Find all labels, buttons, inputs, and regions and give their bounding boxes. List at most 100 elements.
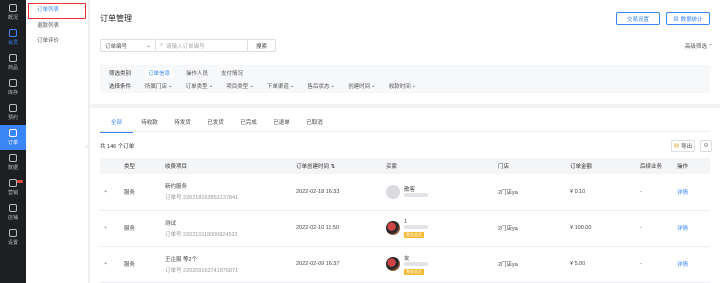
rail-item-settings[interactable]: 设置: [0, 225, 26, 250]
cell-buyer: 散客: [382, 174, 494, 211]
rail-label: 数据: [7, 165, 18, 171]
search-row: 订单编号 ⌄ ⌕ 请输入订单编号 搜索: [100, 39, 276, 52]
cell-time: 2022-02-10 11:50: [292, 210, 382, 247]
member-icon: [9, 29, 17, 37]
rail-item-overview[interactable]: 概况: [0, 0, 26, 25]
rail-item-orders[interactable]: 订单: [0, 125, 26, 150]
order-number: 订单号 220210115000824532: [165, 231, 238, 238]
table-row: + 服务 新约服务 订单号 220218163853137841 2022-02-…: [100, 174, 710, 211]
cell-amount: ¥ 0.10: [566, 174, 636, 211]
chevron-down-icon: ⌄: [168, 82, 173, 89]
inventory-icon: [9, 79, 17, 87]
chevron-down-icon: ⌄: [289, 82, 295, 89]
cond-aftersale[interactable]: 售后状态 ⌄: [308, 82, 336, 90]
filter-tab-payment[interactable]: 支付情况: [221, 69, 243, 77]
search-panel: 订单管理 交易设置 ▥ 数据统计 订单编号 ⌄ ⌕ 请输入订单编号 搜索 高级筛选 ⌃…: [90, 0, 720, 104]
expand-row-icon[interactable]: +: [104, 261, 107, 267]
rail-item-booking[interactable]: 预约: [0, 100, 26, 125]
rail-label: 预约: [7, 115, 18, 121]
header-follow: 后续业务: [636, 158, 673, 174]
cell-type: 服务: [120, 210, 161, 247]
cond-store[interactable]: 所属门店 ⌄: [145, 82, 173, 90]
transaction-settings-button[interactable]: 交易设置: [616, 12, 660, 25]
cond-label: 下单渠道: [266, 83, 289, 90]
cell-store: 2门店ya: [494, 246, 566, 283]
order-number: 订单号 220218163853137841: [165, 195, 239, 202]
chevron-down-icon: ⌄: [371, 82, 376, 89]
menu-item-refund-list[interactable]: 退款列表: [26, 19, 88, 34]
detail-link[interactable]: 详情: [677, 226, 688, 232]
advanced-filter-toggle[interactable]: 高级筛选 ⌃: [685, 42, 713, 50]
search-field-select[interactable]: 订单编号 ⌄: [100, 39, 156, 52]
table-settings-button[interactable]: ⚙: [700, 140, 712, 152]
search-icon: ⌕: [160, 42, 164, 48]
cell-follow: -: [636, 174, 673, 211]
header-buyer: 买家: [382, 158, 494, 174]
select-value: 订单编号: [105, 43, 128, 50]
cond-label: 订单类型: [185, 83, 208, 90]
rail-item-member[interactable]: 会员: [0, 25, 26, 50]
search-input[interactable]: ⌕ 请输入订单编号: [156, 39, 248, 52]
rail-item-store[interactable]: 店铺: [0, 200, 26, 225]
cell-type: 服务: [120, 174, 161, 211]
detail-link[interactable]: 详情: [677, 190, 688, 196]
rail-item-marketing[interactable]: 营销: [0, 175, 26, 200]
cell-store: 2门店ya: [494, 210, 566, 247]
filter-cond-label: 选择条件: [109, 83, 132, 90]
chevron-up-icon: ⌃: [708, 44, 713, 50]
cond-label: 项目类型: [226, 83, 249, 90]
filter-type-label: 筛选类别: [109, 70, 132, 77]
table-row: + 服务 测试 订单号 220210115000824532 2022-02-10…: [100, 210, 710, 247]
order-count: 共 146 个订单: [100, 144, 135, 150]
calendar-icon: [9, 104, 17, 112]
filter-tab-order-info[interactable]: 订单信息: [145, 67, 174, 78]
menu-item-order-review[interactable]: 订单评价: [26, 34, 88, 49]
member-badge: 黄金会员: [404, 268, 424, 275]
header-amount: 订单金额: [566, 158, 636, 174]
cell-item: 王企服 等2个 订单号 220209163741876871: [161, 246, 292, 283]
sort-icon: ⇅: [330, 164, 336, 170]
rail-label: 店铺: [7, 215, 18, 221]
filter-tab-operator[interactable]: 操作人员: [186, 69, 208, 77]
rail-item-goods[interactable]: 商品: [0, 50, 26, 75]
filter-condition-row: 选择条件 所属门店 ⌄ 订单类型 ⌄ 项目类型 ⌄ 下单渠道 ⌄ 售后状态 ⌄ 创建时间 ⌄…: [100, 79, 710, 92]
order-number: 订单号 220209163741876871: [165, 267, 239, 274]
blurred-phone: [404, 225, 428, 230]
rail-item-data[interactable]: 数据: [0, 150, 26, 175]
chevron-down-icon: ⌄: [208, 82, 214, 89]
rail-label: 库存: [7, 90, 18, 96]
expand-row-icon[interactable]: +: [104, 225, 107, 231]
advanced-filter-label: 高级筛选: [684, 44, 707, 50]
cond-label: 售后状态: [307, 83, 330, 90]
cell-time: 2022-02-18 16:33: [292, 174, 382, 211]
filter-box: 筛选类别 订单信息 操作人员 支付情况 选择条件 所属门店 ⌄ 订单类型 ⌄ 项目类…: [100, 65, 710, 93]
cell-buyer: 1 黄金会员: [382, 210, 494, 247]
cond-paid-time[interactable]: 收款时间 ⌄: [389, 82, 417, 90]
store-icon: [9, 204, 17, 212]
header-expand: [100, 158, 120, 174]
rail-item-inventory[interactable]: 库存: [0, 75, 26, 100]
blurred-phone: [404, 262, 428, 267]
new-badge: [17, 180, 23, 183]
export-button[interactable]: ▤ 导出: [671, 140, 695, 152]
header-created-time[interactable]: 订单创建时间 ⇅: [292, 158, 382, 174]
expand-row-icon[interactable]: +: [104, 189, 107, 195]
avatar: [386, 257, 400, 271]
header-type: 类型: [120, 158, 161, 174]
data-stats-button[interactable]: ▥ 数据统计: [666, 12, 710, 25]
search-button[interactable]: 搜索: [248, 39, 276, 52]
buyer-name: 散客: [404, 186, 416, 193]
cond-item-type[interactable]: 项目类型 ⌄: [226, 82, 254, 90]
rail-label: 会员: [7, 40, 18, 46]
cond-order-type[interactable]: 订单类型 ⌄: [186, 82, 214, 90]
rail-label: 概况: [7, 15, 18, 21]
rail-label: 营销: [7, 190, 18, 196]
secondary-menu: 订单列表 退款列表 订单评价: [26, 0, 89, 283]
rail-label: 订单: [7, 140, 18, 146]
menu-item-order-list[interactable]: 订单列表: [28, 3, 86, 19]
detail-link[interactable]: 详情: [677, 262, 688, 268]
cond-created-time[interactable]: 创建时间 ⌄: [348, 82, 376, 90]
cond-channel[interactable]: 下单渠道 ⌄: [267, 82, 295, 90]
gear-icon: ⚙: [703, 143, 709, 149]
member-badge: 黄金会员: [404, 231, 424, 238]
